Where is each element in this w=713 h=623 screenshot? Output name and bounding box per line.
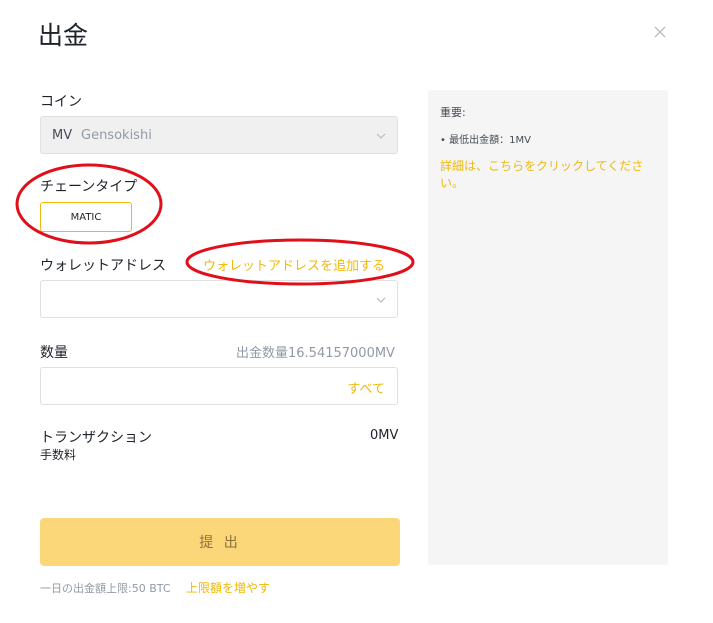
fee-value: 0MV <box>370 428 399 443</box>
amount-label: 数量 <box>40 345 68 361</box>
submit-button[interactable]: 提 出 <box>40 518 400 566</box>
chevron-down-icon <box>376 133 386 139</box>
chain-type-label: チェーンタイプ <box>40 179 138 195</box>
coin-select[interactable]: MV Gensokishi <box>40 116 398 154</box>
wallet-address-select[interactable] <box>40 280 398 318</box>
max-amount-button[interactable]: すべて <box>347 378 385 397</box>
details-link[interactable]: 詳細は、こちらをクリックしてください。 <box>440 158 655 192</box>
amount-field[interactable]: すべて <box>40 367 398 405</box>
amount-input[interactable] <box>49 376 333 398</box>
min-withdraw-note: • 最低出金額：1MV <box>440 135 531 146</box>
fee-label-line2: 手数料 <box>40 448 77 462</box>
coin-symbol: MV <box>52 128 73 143</box>
fee-label-line1: トランザクション <box>40 430 152 446</box>
daily-limit-text: 一日の出金額上限:50 BTC <box>40 582 171 595</box>
chevron-down-icon <box>376 297 386 303</box>
increase-limit-link[interactable]: 上限額を増やす <box>186 579 270 596</box>
wallet-address-label: ウォレットアドレス <box>40 258 166 274</box>
coin-name: Gensokishi <box>81 128 152 143</box>
add-wallet-address-link[interactable]: ウォレットアドレスを追加する <box>203 255 385 274</box>
dialog-title: 出金 <box>38 21 89 50</box>
available-amount: 出金数量16.54157000MV <box>236 346 395 361</box>
close-icon[interactable] <box>650 22 670 42</box>
info-heading: 重要: <box>440 106 466 119</box>
info-panel: 重要: • 最低出金額：1MV 詳細は、こちらをクリックしてください。 <box>428 90 668 565</box>
coin-label: コイン <box>40 94 82 110</box>
chain-option-matic[interactable]: MATIC <box>40 202 132 232</box>
